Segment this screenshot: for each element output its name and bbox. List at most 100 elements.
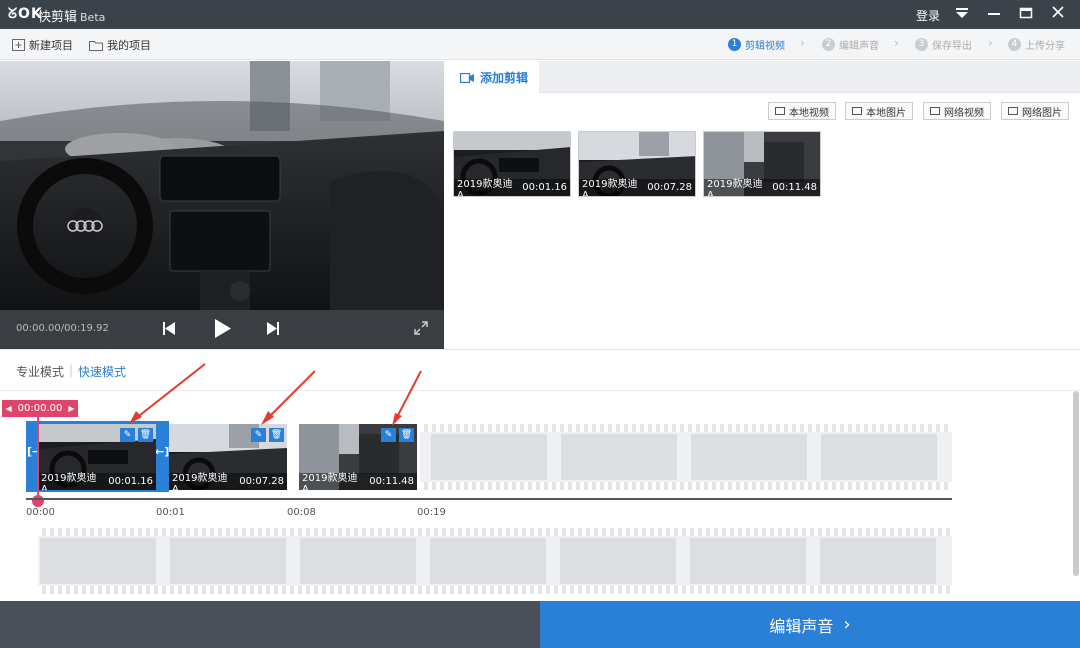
car-interior-frame [0,61,444,310]
new-project-button[interactable]: 新建项目 [12,37,73,53]
my-projects-button[interactable]: 我的项目 [89,37,151,53]
playhead-time-badge[interactable]: ◀ 00:00.00 ▶ [2,400,78,417]
mode-switch: 专业模式 | 快速模式 [0,349,1080,391]
trim-right-handle-icon[interactable]: ←] [155,445,169,458]
ruler-tick: 00:01 [156,507,185,518]
beta-badge: Beta [80,11,106,24]
trash-icon[interactable]: 🗑 [399,428,414,442]
clip-duration: 00:01.16 [108,476,153,487]
online-video-button[interactable]: 网络视频 [923,102,991,120]
media-tabs: 添加剪辑 [444,61,1080,94]
playhead-line[interactable] [37,417,39,503]
chevron-right-icon: › [843,614,851,635]
local-image-button[interactable]: 本地图片 [845,102,913,120]
login-link[interactable]: 登录 [916,7,940,24]
pro-mode-tab[interactable]: 专业模式 [16,363,64,380]
chevron-right-icon: › [800,36,805,50]
ruler-tick: 00:00 [26,507,55,518]
video-preview[interactable] [0,61,444,349]
quick-mode-tab[interactable]: 快速模式 [78,363,126,380]
clip-name: 2019款奥迪A... [172,472,228,491]
step-number: 2 [822,38,835,51]
source-label: 网络视频 [944,107,984,119]
play-icon[interactable] [215,319,231,341]
clip-duration: 00:07.28 [647,182,692,193]
next-step-label: 编辑声音 [769,616,834,636]
step-upload-share[interactable]: 4 上传分享 [1008,37,1065,52]
image-icon [1008,107,1018,115]
chevron-right-icon: › [988,36,993,50]
timeline-clip[interactable]: ✎ 🗑 2019款奥迪A... 00:01.16 [38,424,156,490]
minimize-icon[interactable] [982,3,1006,25]
clip-name: 2019款奥迪A... [302,472,358,491]
new-project-icon [12,39,25,51]
chevron-right-icon: › [894,36,899,50]
edit-pencil-icon[interactable]: ✎ [251,428,266,442]
next-step-button[interactable]: 编辑声音 › [540,601,1080,648]
step-save-export[interactable]: 3 保存导出 [915,37,972,52]
new-project-label: 新建项目 [29,39,73,52]
step-edit-audio[interactable]: 2 编辑声音 [822,37,879,52]
clip-name: 2019款奥迪A... [582,178,638,197]
trash-icon[interactable]: 🗑 [138,428,153,442]
media-clip[interactable]: 2019款奥迪A... 00:11.48 [703,131,821,197]
my-projects-label: 我的项目 [107,39,151,52]
step-number: 4 [1008,38,1021,51]
media-panel: 添加剪辑 本地视频 本地图片 网络视频 网络图片 2019款奥迪A... 00:0… [444,61,1080,349]
fullscreen-icon[interactable] [414,321,428,338]
step-label: 编辑声音 [839,41,879,52]
empty-track-slots [420,424,952,490]
timeline-clip[interactable]: ✎ 🗑 2019款奥迪A... 00:11.48 [299,424,417,490]
video-icon [775,107,785,115]
media-clip[interactable]: 2019款奥迪A... 00:01.16 [453,131,571,197]
title-bar: ᘜOK 快剪辑 Beta 登录 [0,0,1080,29]
clip-name: 2019款奥迪A... [457,178,513,197]
maximize-icon[interactable] [1014,3,1038,25]
clip-duration: 00:11.48 [772,182,817,193]
empty-audio-track [38,528,952,594]
video-camera-icon [460,72,474,83]
player-controls: 00:00.00/00:19.92 [0,310,444,349]
menu-dropdown-icon[interactable] [950,3,974,25]
playhead-handle[interactable] [32,495,44,507]
clip-name: 2019款奥迪A... [707,178,763,197]
mode-divider: | [69,363,74,377]
close-icon[interactable] [1046,3,1070,25]
step-cut-video[interactable]: 1 剪辑视频 [728,37,785,52]
step-number: 3 [915,38,928,51]
source-label: 本地图片 [866,107,906,119]
media-clip[interactable]: 2019款奥迪A... 00:07.28 [578,131,696,197]
step-number: 1 [728,38,741,51]
step-label: 上传分享 [1025,41,1065,52]
clip-name: 2019款奥迪A... [41,472,97,491]
image-icon [852,107,862,115]
previous-icon[interactable] [163,322,175,338]
step-label: 保存导出 [932,41,972,52]
folder-icon [89,40,103,51]
online-image-button[interactable]: 网络图片 [1001,102,1069,120]
ruler-tick: 00:08 [287,507,316,518]
clip-duration: 00:01.16 [522,182,567,193]
tab-add-clip[interactable]: 添加剪辑 [444,61,539,94]
step-label: 剪辑视频 [745,41,785,52]
local-video-button[interactable]: 本地视频 [768,102,836,120]
timeline[interactable]: ◀ 00:00.00 ▶ [→ ←] ✎ 🗑 2019款奥迪A... 00:01.1… [0,363,1080,601]
edit-pencil-icon[interactable]: ✎ [381,428,396,442]
timeline-clip[interactable]: ✎ 🗑 2019款奥迪A... 00:07.28 [169,424,287,490]
caret-left-icon: ◀ [5,404,12,413]
trash-icon[interactable]: 🗑 [269,428,284,442]
app-title: 快剪辑 Beta [38,10,106,25]
timeline-scrollbar[interactable] [1073,391,1079,576]
caret-right-icon: ▶ [68,404,75,413]
source-label: 网络图片 [1022,107,1062,119]
next-icon[interactable] [267,322,279,338]
footer-bar: 编辑声音 › [0,601,1080,648]
clip-duration: 00:07.28 [239,476,284,487]
clip-duration: 00:11.48 [369,476,414,487]
edit-pencil-icon[interactable]: ✎ [120,428,135,442]
playhead-time: 00:00.00 [17,403,63,414]
ruler-tick: 00:19 [417,507,446,518]
toolbar: 新建项目 我的项目 1 剪辑视频 › 2 编辑声音 › 3 保存导出 › 4 上传分享 [0,29,1080,60]
tab-label: 添加剪辑 [480,71,529,85]
time-ruler[interactable] [26,498,952,500]
